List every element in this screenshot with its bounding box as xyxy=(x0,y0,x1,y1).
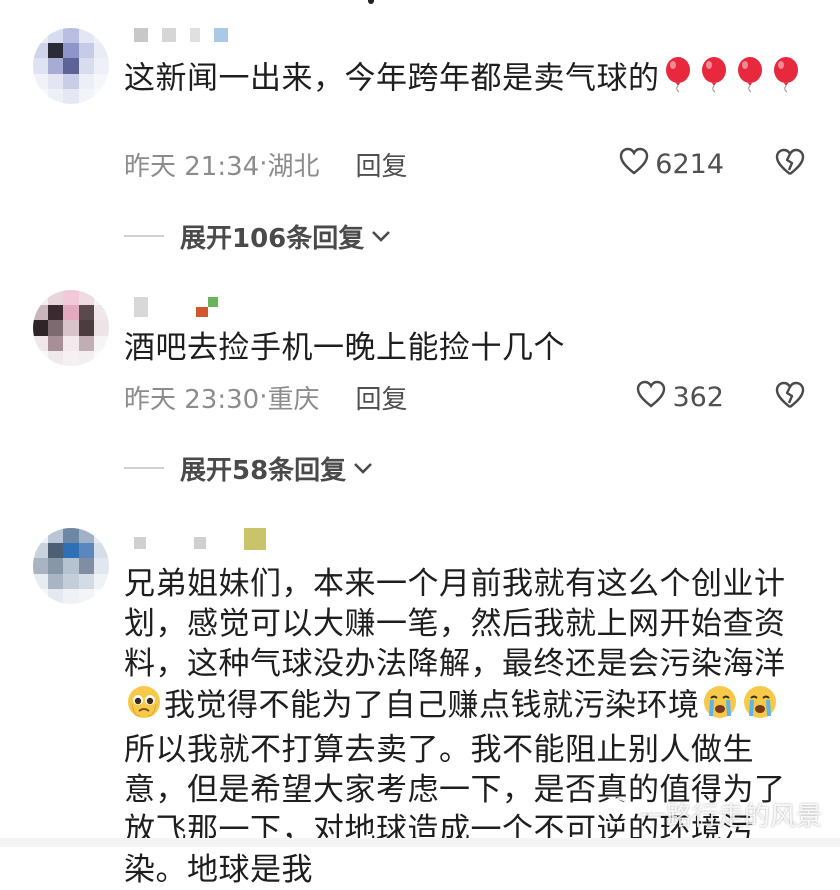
comment-time: 昨天 23:30 xyxy=(124,384,260,415)
comment-meta: 昨天 23:30 · 重庆 回复 xyxy=(124,379,408,415)
balloon-emoji xyxy=(699,56,729,104)
chevron-down-icon xyxy=(370,229,392,243)
expand-replies-label: 展开106条回复 xyxy=(180,223,365,254)
dislike-button[interactable] xyxy=(774,379,806,415)
crying-face-emoji xyxy=(702,684,738,730)
comment-location: 重庆 xyxy=(267,384,320,415)
comment-text-part2: 我觉得不能为了自己赚点钱就污染环境 xyxy=(164,687,700,724)
pleading-face-emoji xyxy=(126,684,162,730)
balloon-emoji xyxy=(771,56,801,104)
broken-heart-icon xyxy=(775,148,805,180)
chevron-down-icon xyxy=(352,461,374,475)
comment-text-body: 这新闻一出来，今年跨年都是卖气球的 xyxy=(124,60,660,97)
meta-dot: · xyxy=(259,149,268,179)
crying-face-emoji xyxy=(742,684,778,730)
meta-dot: · xyxy=(259,382,268,412)
like-button[interactable]: 362 xyxy=(636,379,724,415)
comment-text: 酒吧去捡手机一晚上能捡十几个 xyxy=(124,328,804,368)
like-count: 6214 xyxy=(655,148,724,180)
heart-icon xyxy=(636,380,666,415)
like-count: 362 xyxy=(672,381,724,413)
broken-heart-icon xyxy=(775,381,805,413)
comment-meta: 昨天 21:34 · 湖北 回复 xyxy=(124,146,408,182)
comment-text-body: 酒吧去捡手机一晚上能捡十几个 xyxy=(124,330,565,366)
expand-replies-button[interactable]: 展开106条回复 xyxy=(124,218,392,254)
avatar[interactable] xyxy=(33,28,109,104)
balloon-emoji xyxy=(735,56,765,104)
reply-button[interactable]: 回复 xyxy=(355,146,407,183)
reply-button[interactable]: 回复 xyxy=(355,379,407,416)
watermark-logo-icon xyxy=(604,797,632,832)
expand-replies-button[interactable]: 展开58条回复 xyxy=(124,450,374,486)
avatar[interactable] xyxy=(33,290,109,366)
comment-text-part1: 兄弟姐妹们，本来一个月前我就有这么个创业计划，感觉可以大赚一笔，然后我就上网开始… xyxy=(124,566,786,682)
username-blurred[interactable] xyxy=(134,528,266,552)
watermark: 一路行走的风景 xyxy=(604,796,822,833)
dislike-button[interactable] xyxy=(774,146,806,182)
comment-text: 这新闻一出来，今年跨年都是卖气球的 xyxy=(124,56,804,104)
avatar[interactable] xyxy=(33,528,109,604)
comment-time: 昨天 21:34 xyxy=(124,151,260,182)
like-button[interactable]: 6214 xyxy=(619,146,724,182)
bottom-edge xyxy=(0,838,840,847)
balloon-emoji xyxy=(663,56,693,104)
expand-replies-label: 展开58条回复 xyxy=(180,455,347,486)
divider-line xyxy=(124,235,164,237)
heart-icon xyxy=(619,147,649,182)
divider-line xyxy=(124,467,164,469)
balloon-emojis xyxy=(660,57,804,97)
username-blurred[interactable] xyxy=(134,297,218,317)
watermark-text: 一路行走的风景 xyxy=(639,802,822,832)
username-blurred[interactable] xyxy=(134,26,228,44)
comment-location: 湖北 xyxy=(267,151,320,182)
top-edge-mark xyxy=(368,0,374,4)
